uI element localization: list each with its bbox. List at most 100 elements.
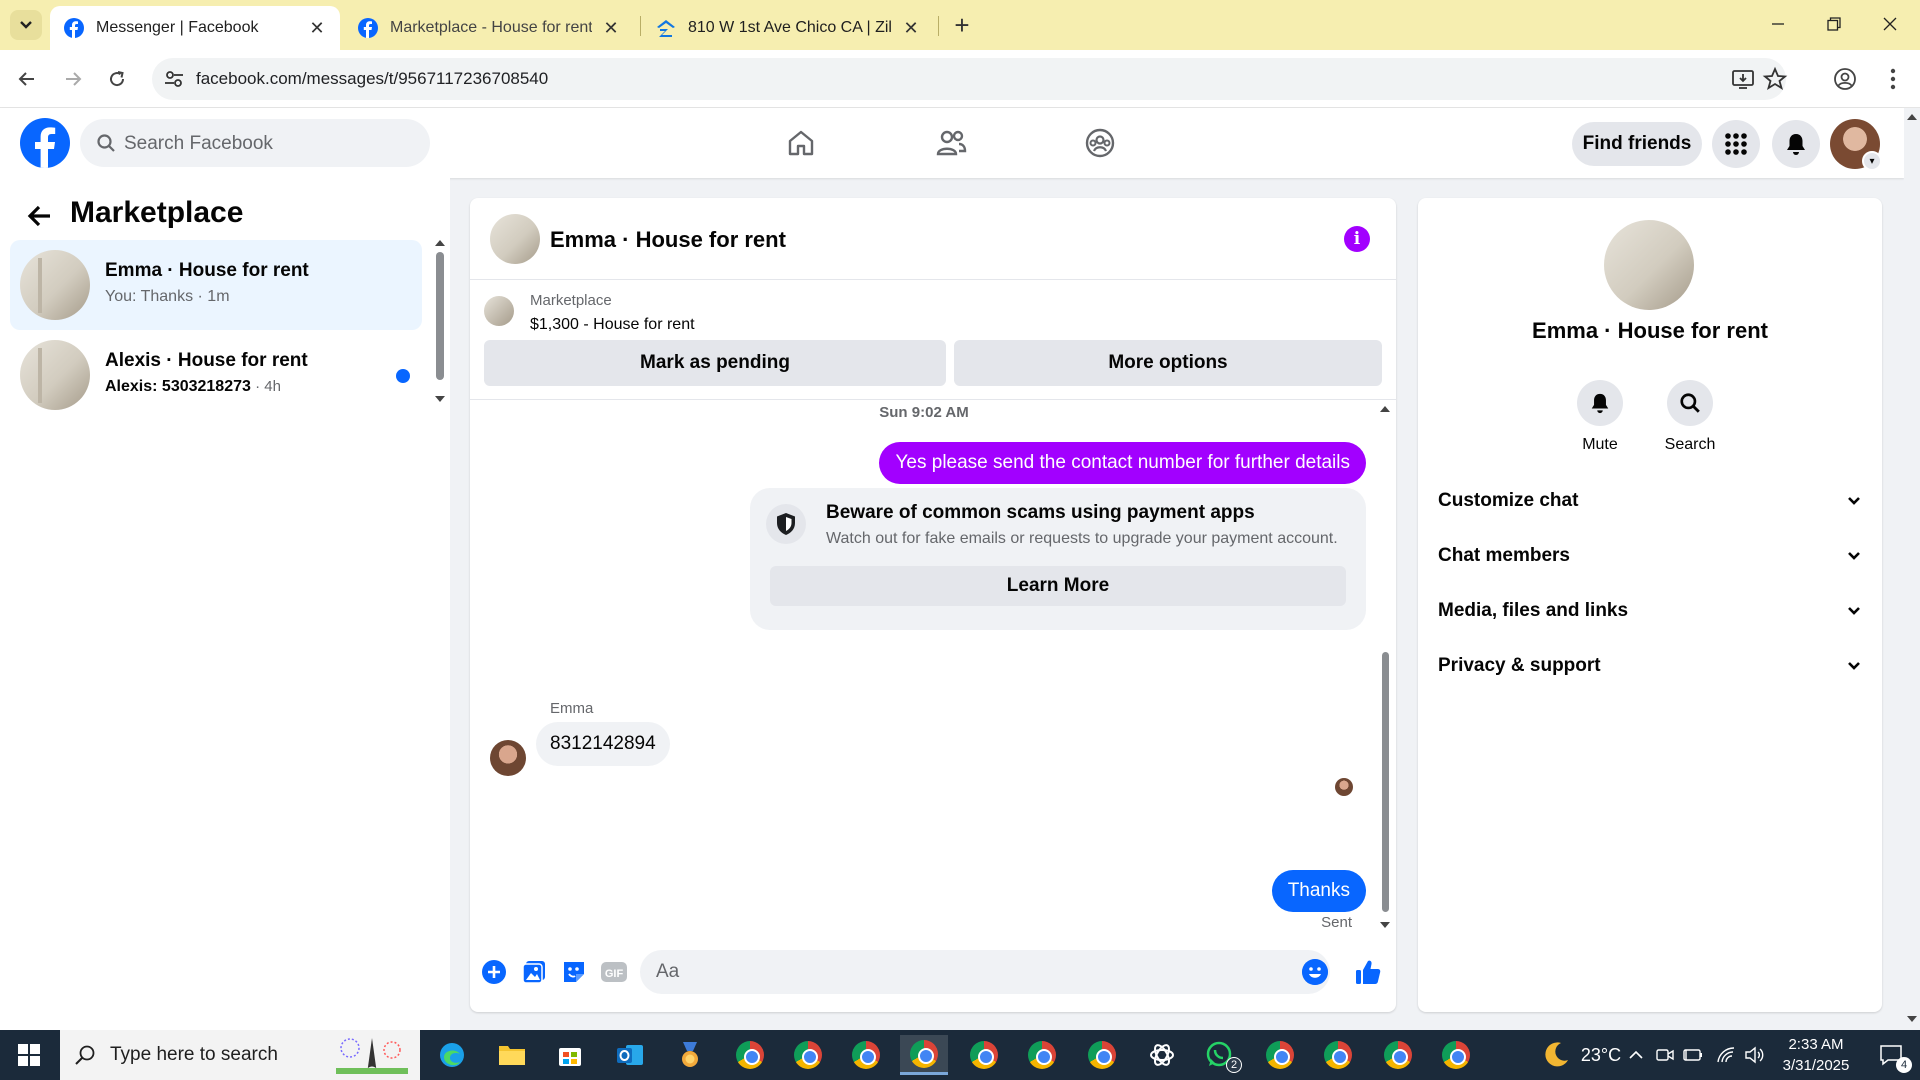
nav-home[interactable]	[781, 123, 821, 163]
taskbar-chrome-9[interactable]	[1374, 1035, 1422, 1075]
taskbar-search[interactable]: Type here to search	[60, 1030, 420, 1080]
bell-icon	[1787, 134, 1805, 155]
taskbar-whatsapp[interactable]: 2	[1196, 1035, 1244, 1075]
site-settings-icon[interactable]	[162, 67, 186, 91]
taskbar-store[interactable]	[546, 1035, 594, 1075]
conversation-info-panel: Emma · House for rent Mute Search Custom…	[1418, 198, 1882, 1012]
nav-groups[interactable]	[1080, 123, 1120, 163]
taskbar-chrome-1[interactable]	[726, 1035, 774, 1075]
chevron-down-icon	[20, 21, 32, 29]
find-friends-button[interactable]: Find friends	[1572, 122, 1702, 166]
taskbar-chrome-active[interactable]	[900, 1035, 948, 1075]
thread-scrollbar[interactable]	[1378, 400, 1392, 934]
tab-zillow[interactable]: 810 W 1st Ave Chico CA | Zillow ✕	[642, 6, 934, 50]
outgoing-message[interactable]: Thanks	[1271, 870, 1366, 912]
close-window-button[interactable]	[1862, 0, 1918, 48]
listing-thumbnail[interactable]	[484, 296, 514, 326]
listing-price-title[interactable]: $1,300 - House for rent	[530, 316, 695, 334]
media-files-links-section[interactable]: Media, files and links	[1438, 586, 1862, 636]
tab-messenger[interactable]: Messenger | Facebook ✕	[50, 6, 340, 50]
facebook-favicon-icon	[358, 18, 378, 38]
battery-button[interactable]	[1680, 1030, 1706, 1080]
taskbar-edge[interactable]	[428, 1035, 476, 1075]
sender-name: Emma	[550, 700, 594, 717]
search-button[interactable]	[1667, 380, 1713, 426]
message-input-box[interactable]	[640, 950, 1330, 994]
network-button[interactable]	[1712, 1030, 1740, 1080]
start-button[interactable]	[0, 1030, 58, 1080]
list-scrollbar[interactable]	[432, 236, 448, 406]
taskbar-chrome-7[interactable]	[1256, 1035, 1304, 1075]
notification-center-button[interactable]: 4	[1866, 1030, 1916, 1080]
volume-button[interactable]	[1740, 1030, 1768, 1080]
tab-marketplace[interactable]: Marketplace - House for rent | F ✕	[344, 6, 634, 50]
browser-menu-button[interactable]	[1876, 62, 1910, 96]
send-like-button[interactable]	[1354, 958, 1382, 986]
close-tab-icon[interactable]: ✕	[306, 17, 328, 39]
menu-button[interactable]	[1712, 120, 1760, 168]
attach-photo-button[interactable]	[520, 958, 548, 986]
sticker-button[interactable]	[560, 958, 588, 986]
customize-chat-section[interactable]: Customize chat	[1438, 476, 1862, 526]
incoming-message[interactable]: 8312142894	[536, 722, 670, 766]
notifications-button[interactable]	[1772, 120, 1820, 168]
taskbar-app-badge[interactable]	[666, 1035, 714, 1075]
message-input[interactable]	[656, 960, 1256, 984]
taskbar-file-explorer[interactable]	[488, 1035, 536, 1075]
conversation-item-alexis[interactable]: Alexis · House for rent Alexis: 53032182…	[10, 330, 422, 420]
learn-more-button[interactable]: Learn More	[770, 566, 1346, 606]
conversation-preview: You: Thanks · 1m	[105, 288, 230, 305]
search-action[interactable]: Search	[1650, 380, 1730, 454]
taskbar-chrome-6[interactable]	[1078, 1035, 1126, 1075]
chat-title[interactable]: Emma · House for rent	[550, 227, 786, 253]
more-actions-button[interactable]	[480, 958, 508, 986]
conversation-item-emma[interactable]: Emma · House for rent You: Thanks · 1m	[10, 240, 422, 330]
page-scrollbar[interactable]	[1904, 108, 1920, 1030]
facebook-search[interactable]: Search Facebook	[80, 119, 430, 167]
more-options-button[interactable]: More options	[954, 340, 1382, 386]
back-button[interactable]	[10, 62, 44, 96]
address-bar[interactable]: facebook.com/messages/t/9567117236708540	[152, 58, 1788, 100]
reload-button[interactable]	[100, 62, 134, 96]
avatar	[20, 250, 90, 320]
minimize-button[interactable]	[1750, 0, 1806, 48]
taskbar-chrome-8[interactable]	[1314, 1035, 1362, 1075]
gif-button[interactable]: GIF	[600, 958, 628, 986]
emoji-icon[interactable]	[1302, 959, 1328, 985]
avatar[interactable]	[490, 214, 540, 264]
new-tab-button[interactable]: +	[948, 10, 976, 40]
close-tab-icon[interactable]: ✕	[600, 17, 622, 39]
taskbar-outlook[interactable]	[606, 1035, 654, 1075]
taskbar-chrome-2[interactable]	[784, 1035, 832, 1075]
facebook-logo-icon[interactable]	[20, 118, 70, 168]
outgoing-message[interactable]: Yes please send the contact number for f…	[879, 442, 1366, 484]
meet-now-button[interactable]	[1652, 1030, 1678, 1080]
privacy-support-section[interactable]: Privacy & support	[1438, 641, 1862, 691]
restore-button[interactable]	[1806, 0, 1862, 48]
system-clock[interactable]: 2:33 AM 3/31/2025	[1766, 1034, 1866, 1076]
tab-search-button[interactable]	[10, 10, 42, 40]
close-tab-icon[interactable]: ✕	[900, 17, 922, 39]
restore-icon	[1827, 17, 1841, 31]
taskbar-chrome-10[interactable]	[1432, 1035, 1480, 1075]
conversation-name: Emma · House for rent	[105, 260, 309, 281]
show-hidden-icons-button[interactable]	[1622, 1030, 1650, 1080]
bookmark-star-icon[interactable]	[1762, 66, 1788, 92]
chevron-down-icon[interactable]: ▾	[1862, 151, 1882, 171]
chat-members-section[interactable]: Chat members	[1438, 531, 1862, 581]
info-icon[interactable]: i	[1344, 226, 1370, 252]
mute-action[interactable]: Mute	[1560, 380, 1640, 454]
taskbar-chatgpt[interactable]	[1138, 1035, 1186, 1075]
install-app-icon[interactable]	[1730, 66, 1756, 92]
mute-button[interactable]	[1577, 380, 1623, 426]
back-arrow-icon[interactable]	[24, 200, 56, 232]
profile-avatar[interactable]	[1604, 220, 1694, 310]
profile-button[interactable]	[1828, 62, 1862, 96]
sender-avatar[interactable]	[490, 740, 526, 776]
mark-as-pending-button[interactable]: Mark as pending	[484, 340, 946, 386]
taskbar-chrome-4[interactable]	[960, 1035, 1008, 1075]
nav-friends[interactable]	[931, 123, 971, 163]
forward-button[interactable]	[56, 62, 90, 96]
taskbar-chrome-3[interactable]	[842, 1035, 890, 1075]
taskbar-chrome-5[interactable]	[1018, 1035, 1066, 1075]
